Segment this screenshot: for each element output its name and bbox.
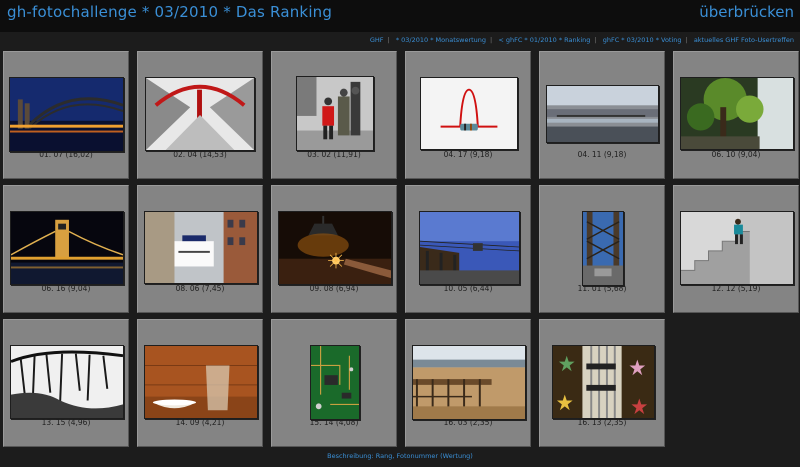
skip-link[interactable]: überbrücken	[699, 3, 794, 21]
photo-caption: 02. 04 (14,53)	[173, 150, 227, 159]
photo-caption: 03. 02 (11,91)	[307, 150, 361, 159]
photo-caption: 06. 16 (9,04)	[41, 284, 91, 293]
photo-tile[interactable]: 15. 14 (4,08)	[271, 319, 397, 447]
nav-bar: GHF | * 03/2010 * Monatswertung | < ghFC *…	[0, 34, 800, 47]
photo-tile[interactable]: 06. 16 (9,04)	[3, 185, 129, 313]
photo-tile[interactable]: 02. 04 (14,53)	[137, 51, 263, 179]
photo-thumbnail[interactable]	[582, 211, 624, 286]
nav-link-voting[interactable]: ghFC * 03/2010 * Voting	[603, 36, 682, 44]
photo-tile[interactable]: 04. 17 (9,18)	[405, 51, 531, 179]
photo-thumbnail[interactable]	[310, 345, 360, 420]
nav-link-ghf[interactable]: GHF	[370, 36, 384, 44]
page-title: gh-fotochallenge * 03/2010 * Das Ranking	[7, 3, 333, 21]
photo-tile[interactable]: 08. 06 (7,45)	[137, 185, 263, 313]
photo-tile[interactable]: 16. 03 (2,35)	[405, 319, 531, 447]
photo-thumbnail[interactable]	[144, 211, 258, 284]
photo-caption: 12. 12 (5,19)	[711, 284, 761, 293]
photo-tile[interactable]: 16. 13 (2,35)	[539, 319, 665, 447]
photo-caption: 01. 07 (16,02)	[39, 150, 93, 159]
photo-tile[interactable]: 04. 11 (9,18)	[539, 51, 665, 179]
nav-separator: |	[685, 36, 688, 44]
photo-caption: 06. 10 (9,04)	[711, 150, 761, 159]
nav-link-monatswertung[interactable]: * 03/2010 * Monatswertung	[396, 36, 486, 44]
photo-caption: 04. 11 (9,18)	[577, 150, 627, 159]
photo-tile[interactable]: 11. 01 (5,68)	[539, 185, 665, 313]
photo-tile[interactable]: 09. 08 (6,94)	[271, 185, 397, 313]
photo-tile[interactable]: 06. 10 (9,04)	[673, 51, 799, 179]
nav-link-ranking-prev[interactable]: < ghFC * 01/2010 * Ranking	[498, 36, 590, 44]
photo-tile[interactable]: 13. 15 (4,96)	[3, 319, 129, 447]
photo-tile[interactable]: 14. 09 (4,21)	[137, 319, 263, 447]
photo-thumbnail[interactable]	[680, 211, 794, 285]
photo-thumbnail[interactable]	[10, 345, 124, 419]
photo-thumbnail[interactable]	[278, 211, 392, 285]
photo-caption: 16. 03 (2,35)	[443, 418, 493, 427]
photo-caption: 09. 08 (6,94)	[309, 284, 359, 293]
photo-tile[interactable]: 10. 05 (6,44)	[405, 185, 531, 313]
photo-thumbnail[interactable]	[546, 85, 659, 143]
photo-caption: 04. 17 (9,18)	[443, 150, 493, 159]
photo-thumbnail[interactable]	[412, 345, 526, 420]
nav-separator: |	[594, 36, 597, 44]
nav-separator: |	[490, 36, 493, 44]
photo-caption: 15. 14 (4,08)	[309, 418, 359, 427]
photo-thumbnail[interactable]	[419, 211, 520, 285]
photo-thumbnail[interactable]	[144, 345, 258, 419]
photo-caption: 08. 06 (7,45)	[175, 284, 225, 293]
photo-caption: 11. 01 (5,68)	[577, 284, 627, 293]
photo-thumbnail[interactable]	[145, 77, 255, 151]
header-bar: gh-fotochallenge * 03/2010 * Das Ranking…	[0, 0, 800, 32]
legend-text: Beschreibung: Rang, Fotonummer (Wertung)	[327, 452, 473, 460]
photo-caption: 14. 09 (4,21)	[175, 418, 225, 427]
nav-link-usertreffen[interactable]: aktuelles GHF Foto-Usertreffen	[694, 36, 794, 44]
photo-thumbnail[interactable]	[680, 77, 794, 150]
photo-thumbnail[interactable]	[420, 77, 518, 150]
photo-tile[interactable]: 12. 12 (5,19)	[673, 185, 799, 313]
photo-tile[interactable]: 03. 02 (11,91)	[271, 51, 397, 179]
nav-separator: |	[387, 36, 390, 44]
photo-thumbnail[interactable]	[296, 76, 374, 151]
photo-thumbnail[interactable]	[10, 211, 124, 285]
photo-tile[interactable]: 01. 07 (16,02)	[3, 51, 129, 179]
photo-caption: 16. 13 (2,35)	[577, 418, 627, 427]
photo-thumbnail[interactable]	[552, 345, 655, 419]
photo-thumbnail[interactable]	[9, 77, 124, 152]
photo-caption: 10. 05 (6,44)	[443, 284, 493, 293]
photo-caption: 13. 15 (4,96)	[41, 418, 91, 427]
